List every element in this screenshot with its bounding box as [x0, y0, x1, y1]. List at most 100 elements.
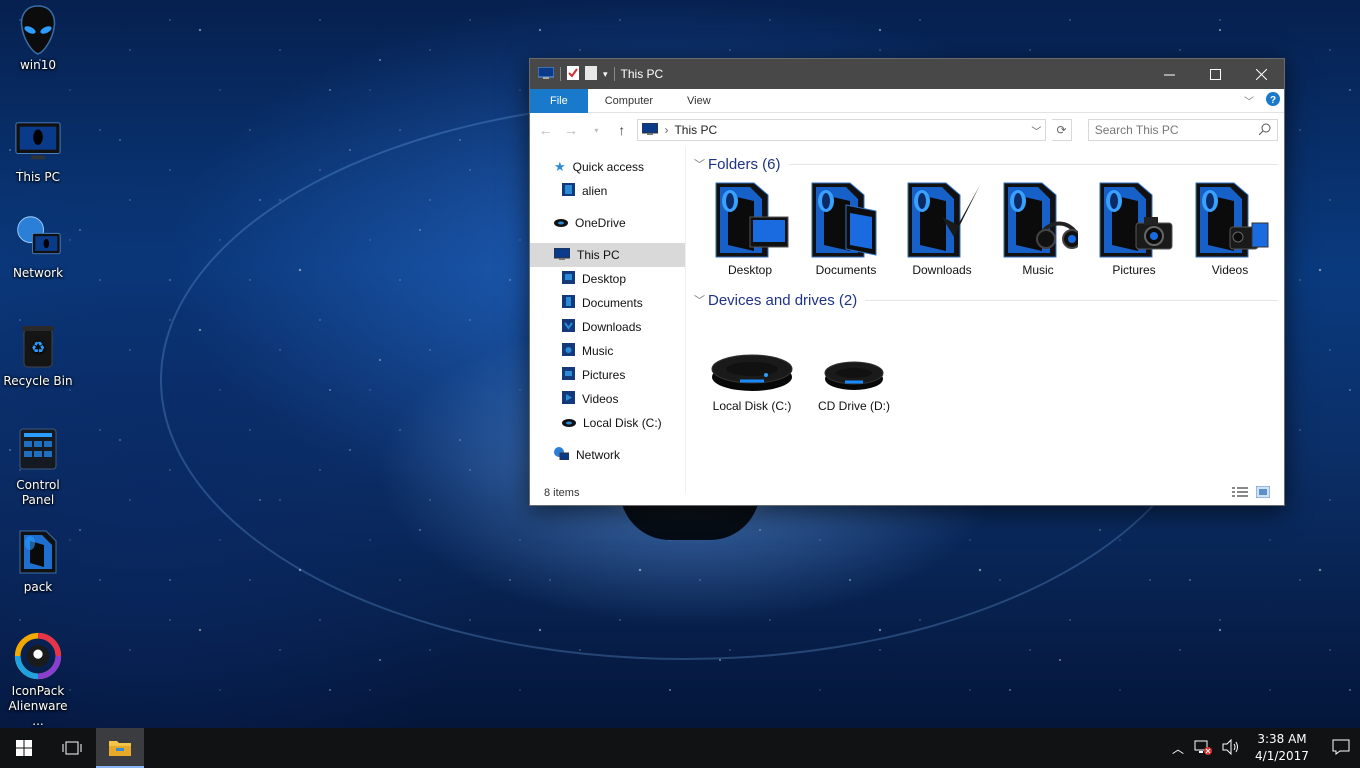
folder-desktop[interactable]: Desktop: [702, 177, 798, 277]
this-pc-small-icon: [537, 66, 555, 82]
up-button[interactable]: ↑: [612, 122, 631, 138]
search-input[interactable]: Search This PC: [1087, 119, 1278, 141]
desktop-icon-network[interactable]: Network: [2, 214, 74, 281]
toolbar-divider: [560, 67, 561, 81]
folder-label: Music: [1022, 263, 1054, 277]
large-icons-view-icon[interactable]: [1255, 485, 1271, 501]
clock[interactable]: 3:38 AM 4/1/2017: [1250, 731, 1314, 765]
nav-label: OneDrive: [575, 216, 626, 230]
desktop-icon-iconpack[interactable]: IconPack Alienware ...: [2, 632, 74, 729]
folders-grid: Desktop Documents Downloads Music Pictur…: [702, 177, 1278, 277]
taskbar: ︿ 3:38 AM 4/1/2017: [0, 728, 1360, 768]
svg-text:♻: ♻: [31, 338, 45, 357]
folder-label: Videos: [1211, 263, 1249, 277]
drives-group-header[interactable]: ﹀ Devices and drives (2): [694, 287, 1278, 313]
onedrive-icon: [554, 216, 568, 230]
alien-head-icon: [14, 5, 62, 55]
nav-local-disk[interactable]: Local Disk (C:): [530, 411, 685, 435]
drive-local-disk[interactable]: Local Disk (C:): [706, 347, 798, 413]
folder-icon: [562, 183, 575, 199]
folder-pictures[interactable]: Pictures: [1086, 177, 1182, 277]
desktop-icon-pack[interactable]: pack: [2, 528, 74, 595]
nav-alien[interactable]: alien: [530, 179, 685, 203]
nav-label: alien: [582, 184, 608, 198]
back-button[interactable]: ←: [536, 122, 555, 138]
drives-grid: Local Disk (C:) CD Drive (D:): [706, 347, 1278, 413]
desktop-icon-label: pack: [23, 580, 53, 594]
address-bar[interactable]: › This PC ﹀: [637, 119, 1047, 141]
iconpack-icon: [14, 632, 62, 680]
tab-computer[interactable]: Computer: [588, 89, 670, 113]
folders-group-header[interactable]: ﹀ Folders (6): [694, 151, 1278, 177]
nav-label: Documents: [582, 296, 643, 310]
title-bar[interactable]: ▾ This PC: [530, 59, 1284, 89]
cd-drive-icon: [824, 361, 884, 390]
start-button[interactable]: [0, 728, 48, 768]
help-icon[interactable]: ?: [1266, 92, 1280, 109]
this-pc-icon: [553, 247, 571, 263]
folder-icon: [14, 528, 62, 576]
task-view-button[interactable]: [48, 728, 96, 768]
desktop-icon-label: IconPack Alienware ...: [8, 684, 68, 728]
nav-network[interactable]: Network: [530, 443, 685, 467]
show-hidden-icons-icon[interactable]: ︿: [1172, 740, 1184, 757]
expand-ribbon-chevron-icon[interactable]: ﹀: [1244, 93, 1254, 108]
desktop-icon-label: Recycle Bin: [3, 374, 73, 388]
notification-center-icon[interactable]: [1332, 739, 1350, 758]
clock-time: 3:38 AM: [1257, 732, 1307, 746]
customize-toolbar-chevron-icon[interactable]: ▾: [603, 69, 608, 80]
nav-documents[interactable]: Documents: [530, 291, 685, 315]
file-explorer-icon: [109, 741, 131, 756]
desktop-icon-control-panel[interactable]: Control Panel: [2, 426, 74, 508]
drive-label: CD Drive (D:): [818, 399, 890, 413]
minimize-icon: [1163, 74, 1175, 75]
nav-label: Videos: [582, 392, 619, 406]
new-folder-icon[interactable]: [585, 65, 597, 83]
nav-downloads[interactable]: Downloads: [530, 315, 685, 339]
maximize-button[interactable]: [1192, 59, 1238, 89]
desktop-icon-recycle-bin[interactable]: ♻ Recycle Bin: [2, 322, 74, 389]
nav-pictures[interactable]: Pictures: [530, 363, 685, 387]
folder-music[interactable]: Music: [990, 177, 1086, 277]
pictures-folder-icon: [1099, 182, 1173, 258]
address-dropdown-icon[interactable]: ﹀: [1031, 123, 1041, 138]
breadcrumb[interactable]: This PC: [674, 123, 1025, 137]
close-button[interactable]: [1238, 59, 1284, 89]
volume-icon[interactable]: [1222, 738, 1240, 758]
folder-videos[interactable]: Videos: [1182, 177, 1278, 277]
network-status-icon[interactable]: [1194, 739, 1212, 758]
folder-downloads[interactable]: Downloads: [894, 177, 990, 277]
details-view-icon[interactable]: [1232, 486, 1248, 501]
drive-cd[interactable]: CD Drive (D:): [808, 347, 900, 413]
forward-button[interactable]: →: [561, 122, 580, 138]
nav-desktop[interactable]: Desktop: [530, 267, 685, 291]
nav-label: Music: [582, 344, 614, 358]
nav-label: Network: [576, 448, 621, 462]
folder-documents[interactable]: Documents: [798, 177, 894, 277]
nav-videos[interactable]: Videos: [530, 387, 685, 411]
properties-icon[interactable]: [567, 65, 579, 83]
desktop-folder-icon: [715, 182, 789, 258]
this-pc-small-icon: [641, 122, 659, 138]
tab-view[interactable]: View: [670, 89, 728, 113]
taskbar-file-explorer[interactable]: [96, 728, 144, 768]
desktop-icon-win10[interactable]: win10: [2, 5, 74, 73]
recent-locations-chevron-icon[interactable]: ▾: [587, 126, 606, 135]
star-icon: ★: [554, 159, 566, 174]
videos-folder-icon: [562, 391, 575, 407]
network-icon: [14, 214, 62, 262]
nav-this-pc[interactable]: This PC: [530, 243, 685, 267]
collapse-chevron-icon[interactable]: ﹀: [694, 156, 708, 172]
nav-music[interactable]: Music: [530, 339, 685, 363]
refresh-button[interactable]: ⟳: [1052, 119, 1072, 141]
search-icon: [1258, 123, 1271, 138]
collapse-chevron-icon[interactable]: ﹀: [694, 292, 708, 308]
desktop-icon-label: Control Panel: [16, 478, 60, 507]
items-view: ﹀ Folders (6) Desktop Documents Download…: [686, 147, 1284, 493]
desktop-icon-this-pc[interactable]: This PC: [2, 118, 74, 185]
pictures-folder-icon: [562, 367, 575, 383]
minimize-button[interactable]: [1146, 59, 1192, 89]
tab-file[interactable]: File: [530, 88, 588, 113]
nav-onedrive[interactable]: OneDrive: [530, 211, 685, 235]
nav-quick-access[interactable]: ★ Quick access: [530, 155, 685, 179]
